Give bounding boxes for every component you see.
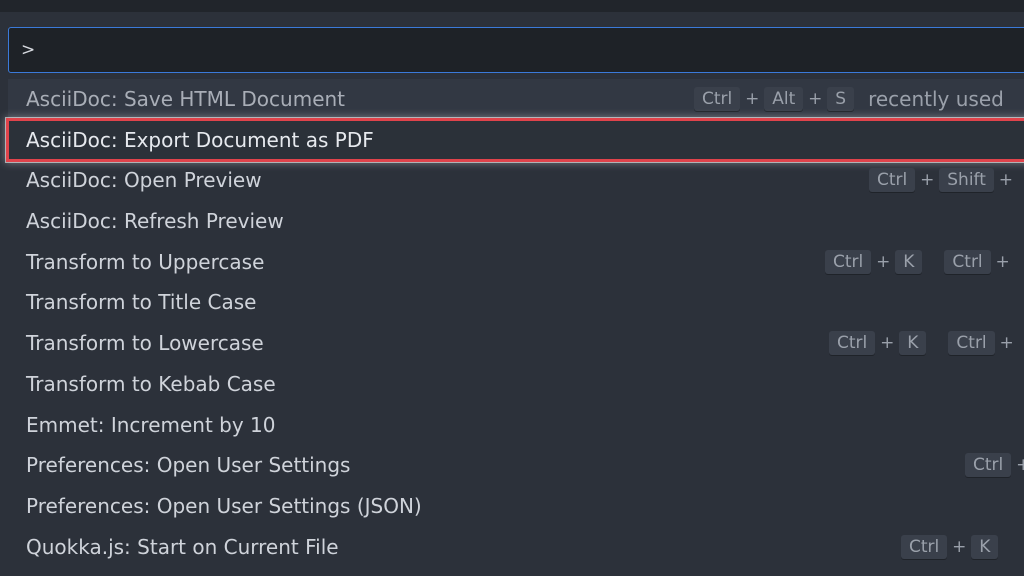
key-ctrl: Ctrl bbox=[965, 453, 1012, 477]
command-label: Transform to Kebab Case bbox=[26, 372, 276, 396]
command-item-kebab-case[interactable]: Transform to Kebab Case bbox=[8, 364, 1024, 404]
command-label: Preferences: Open User Settings bbox=[26, 453, 351, 477]
command-item-uppercase[interactable]: Transform to Uppercase Ctrl + K Ctrl + bbox=[8, 242, 1024, 282]
key-k: K bbox=[899, 331, 927, 355]
title-strip bbox=[0, 0, 1024, 12]
command-label: AsciiDoc: Refresh Preview bbox=[26, 209, 284, 233]
keybinding: Ctrl + Shift + bbox=[869, 167, 1018, 193]
key-ctrl: Ctrl bbox=[825, 250, 872, 274]
command-label: Emmet: Increment by 10 bbox=[26, 413, 276, 437]
command-item-quokka-start[interactable]: Quokka.js: Start on Current File Ctrl + … bbox=[8, 527, 1024, 567]
command-item-refresh-preview[interactable]: AsciiDoc: Refresh Preview bbox=[8, 201, 1024, 241]
key-ctrl: Ctrl bbox=[869, 168, 916, 192]
plus-separator: + bbox=[952, 537, 967, 557]
plus-separator: + bbox=[808, 89, 823, 109]
plus-separator: + bbox=[1016, 455, 1024, 475]
keybinding: Ctrl + Alt + S recently used bbox=[694, 86, 1004, 112]
command-item-export-pdf[interactable]: AsciiDoc: Export Document as PDF bbox=[6, 118, 1024, 162]
key-k: K bbox=[971, 535, 999, 559]
command-input[interactable] bbox=[21, 28, 921, 72]
key-ctrl: Ctrl bbox=[948, 331, 995, 355]
plus-separator: + bbox=[998, 170, 1014, 190]
plus-separator: + bbox=[880, 333, 895, 353]
command-label: AsciiDoc: Save HTML Document bbox=[26, 87, 346, 111]
plus-separator: + bbox=[995, 252, 1010, 272]
keybinding: Ctrl + K Ctrl + bbox=[825, 249, 1015, 275]
recently-used-tag: recently used bbox=[868, 87, 1004, 111]
key-ctrl: Ctrl bbox=[694, 87, 741, 111]
command-label: Transform to Title Case bbox=[26, 290, 257, 314]
keybinding: Ctrl + bbox=[965, 452, 1024, 478]
command-item-open-preview[interactable]: AsciiDoc: Open Preview Ctrl + Shift + bbox=[8, 160, 1024, 200]
command-label: Quokka.js: Start on Current File bbox=[26, 535, 339, 559]
plus-separator: + bbox=[920, 170, 935, 190]
command-label: Transform to Uppercase bbox=[26, 250, 265, 274]
keybinding: Ctrl + K Ctrl + bbox=[829, 330, 1019, 356]
command-label: AsciiDoc: Open Preview bbox=[26, 168, 262, 192]
key-shift: Shift bbox=[939, 168, 994, 192]
command-input-box[interactable] bbox=[8, 27, 1024, 73]
plus-separator: + bbox=[745, 89, 760, 109]
command-list: AsciiDoc: Save HTML Document Ctrl + Alt … bbox=[6, 79, 1024, 569]
command-label: AsciiDoc: Export Document as PDF bbox=[26, 128, 374, 152]
key-ctrl: Ctrl bbox=[901, 535, 948, 559]
key-ctrl: Ctrl bbox=[944, 250, 991, 274]
command-item-user-settings-json[interactable]: Preferences: Open User Settings (JSON) bbox=[8, 486, 1024, 526]
command-label: Transform to Lowercase bbox=[26, 331, 264, 355]
command-item-emmet-increment[interactable]: Emmet: Increment by 10 bbox=[8, 405, 1024, 445]
key-ctrl: Ctrl bbox=[829, 331, 876, 355]
key-alt: Alt bbox=[764, 87, 804, 111]
key-s: S bbox=[827, 87, 855, 111]
command-item-title-case[interactable]: Transform to Title Case bbox=[8, 282, 1024, 322]
key-k: K bbox=[895, 250, 923, 274]
command-item-save-html[interactable]: AsciiDoc: Save HTML Document Ctrl + Alt … bbox=[8, 79, 1024, 119]
plus-separator: + bbox=[999, 333, 1014, 353]
command-item-user-settings[interactable]: Preferences: Open User Settings Ctrl + bbox=[8, 445, 1024, 485]
keybinding: Ctrl + K bbox=[901, 534, 999, 560]
command-label: Preferences: Open User Settings (JSON) bbox=[26, 494, 422, 518]
command-item-lowercase[interactable]: Transform to Lowercase Ctrl + K Ctrl + bbox=[8, 323, 1024, 363]
plus-separator: + bbox=[876, 252, 891, 272]
